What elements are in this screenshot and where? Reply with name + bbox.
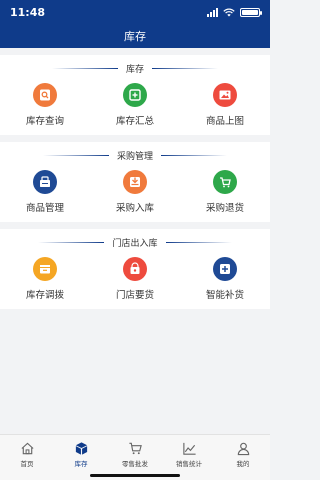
wifi-icon [223, 8, 235, 16]
divider [42, 154, 109, 156]
section-store-io: 门店出入库 库存调拨 门店要货 智能补货 [0, 229, 270, 309]
section-purchase-management: 采购管理 商品管理 采购入库 采购退货 [0, 142, 270, 222]
inbox-in-icon [123, 170, 147, 194]
inventory-summary-button[interactable]: 库存汇总 [95, 83, 175, 127]
inventory-query-button[interactable]: 库存查询 [5, 83, 85, 127]
shopping-cart-icon [128, 442, 142, 455]
divider [51, 67, 118, 69]
user-icon [237, 442, 249, 456]
store-request-button[interactable]: 门店要货 [95, 257, 175, 301]
section-title: 门店出入库 [0, 235, 270, 249]
purchase-return-button[interactable]: 采购退货 [185, 170, 265, 214]
nav-bar: 库存 [0, 24, 270, 48]
image-upload-icon [213, 83, 237, 107]
status-time: 11:48 [10, 5, 46, 19]
inventory-cube-icon [75, 442, 87, 455]
smart-replenish-button[interactable]: 智能补货 [185, 257, 265, 301]
search-document-icon [33, 83, 57, 107]
inventory-transfer-button[interactable]: 库存调拨 [5, 257, 85, 301]
home-indicator [90, 474, 180, 477]
tab-mine[interactable]: 我的 [216, 435, 270, 480]
product-upload-image-button[interactable]: 商品上图 [185, 83, 265, 127]
battery-icon [240, 7, 262, 17]
status-icons [207, 7, 262, 17]
tab-bar: 首页 库存 零售批发 销售统计 我的 [0, 434, 270, 480]
divider [38, 241, 105, 243]
smart-replenish-icon [213, 257, 237, 281]
transfer-icon [33, 257, 57, 281]
divider [152, 67, 218, 69]
tab-home[interactable]: 首页 [0, 435, 54, 480]
product-management-button[interactable]: 商品管理 [5, 170, 85, 214]
section-title: 库存 [0, 61, 270, 75]
signal-icon [207, 7, 218, 17]
section-inventory: 库存 库存查询 库存汇总 商品上图 [0, 55, 270, 135]
home-icon [20, 442, 34, 455]
add-square-icon [123, 83, 147, 107]
section-title: 采购管理 [0, 148, 270, 162]
status-bar: 11:48 [0, 0, 270, 24]
line-chart-icon [182, 442, 196, 455]
page-title: 库存 [124, 30, 146, 43]
divider [161, 154, 227, 156]
cart-return-icon [213, 170, 237, 194]
store-request-icon [123, 257, 147, 281]
divider [165, 241, 232, 243]
purchase-inbound-button[interactable]: 采购入库 [95, 170, 175, 214]
product-box-icon [33, 170, 57, 194]
